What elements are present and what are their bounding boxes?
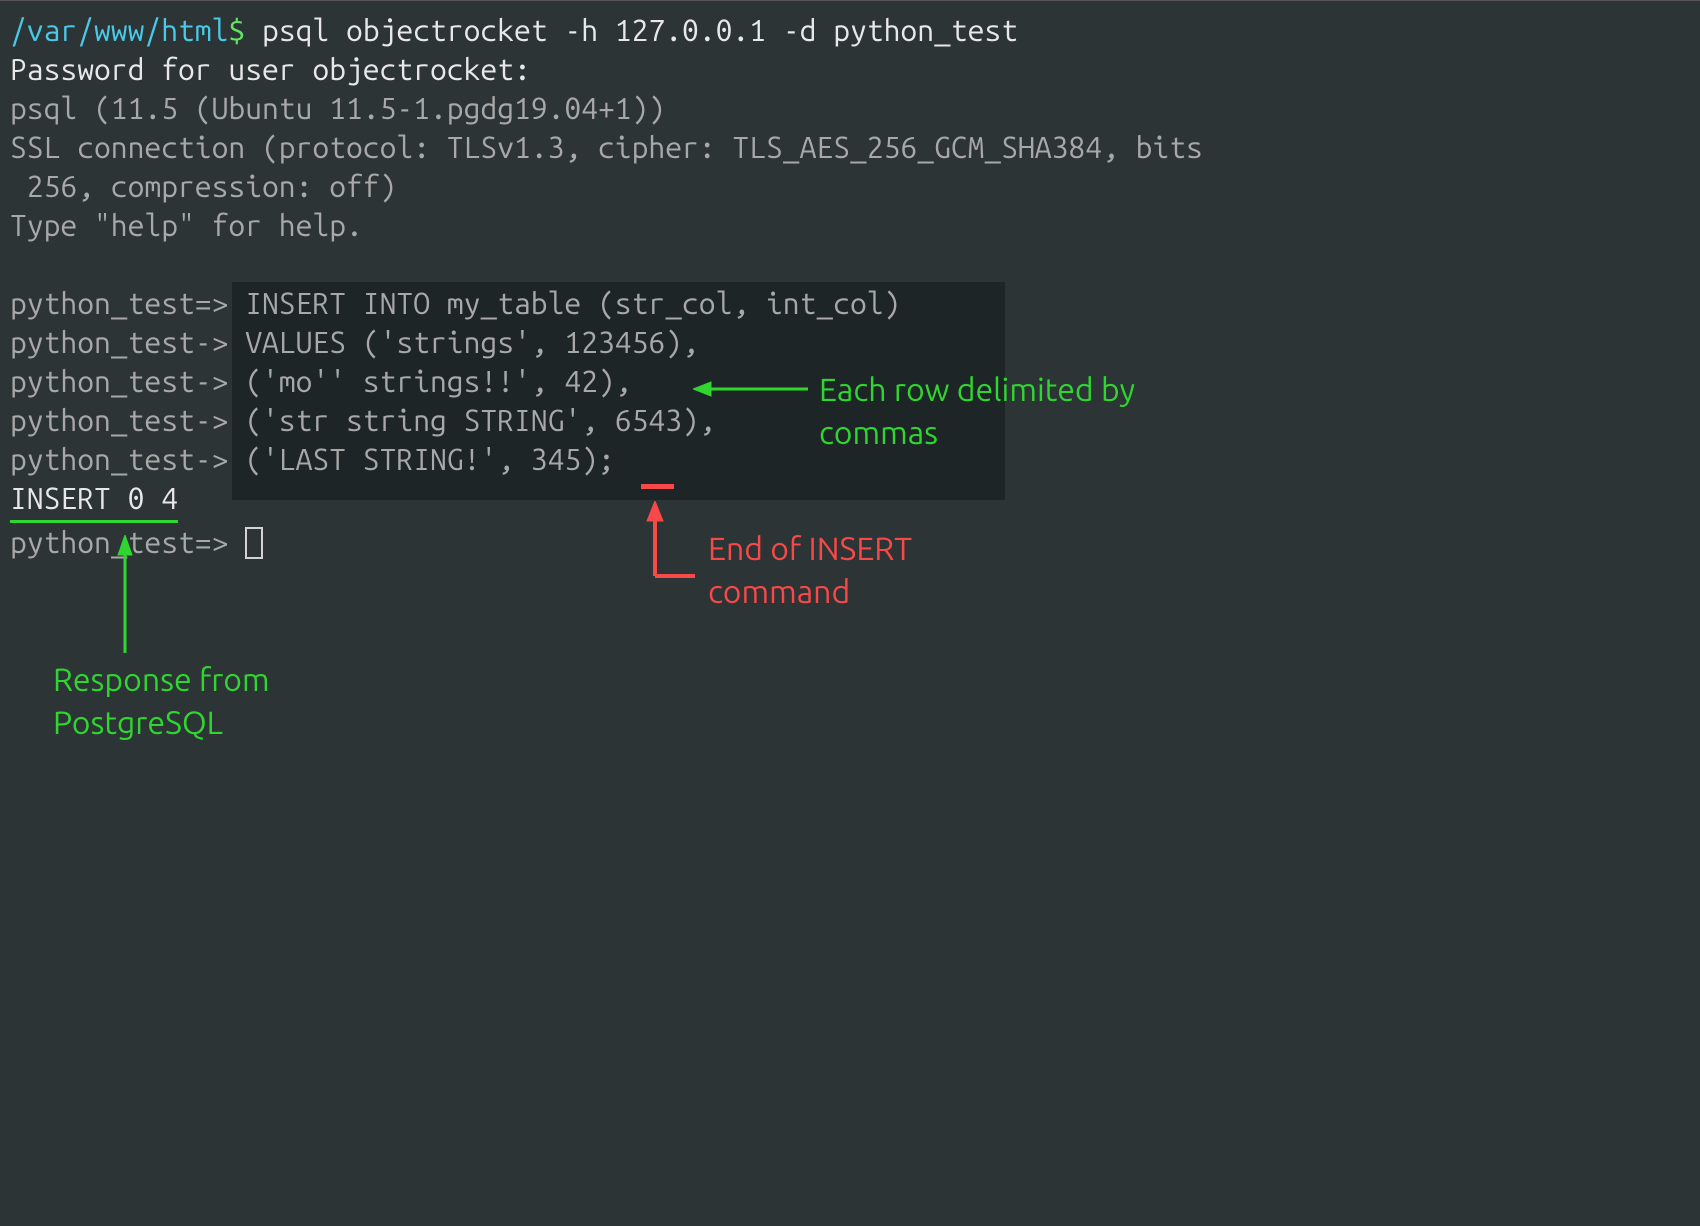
psql-prompt-cont: python_test-> (10, 325, 228, 359)
psql-prompt-cont: python_test-> (10, 403, 228, 437)
sql-values-4: ('LAST STRING!', 345); (228, 442, 614, 476)
red-underline (641, 484, 674, 489)
arrow-left-icon (693, 379, 808, 399)
prompt-dollar: $ (228, 13, 245, 47)
psql-prompt-cont: python_test-> (10, 442, 228, 476)
command-line: /var/www/html$ psql objectrocket -h 127.… (10, 11, 1690, 50)
sql-values-2: ('mo'' strings!!', 42), (228, 364, 631, 398)
psql-prompt-cont: python_test-> (10, 364, 228, 398)
annotation-response: Response from PostgreSQL (53, 659, 313, 745)
ssl-info-2: 256, compression: off) (10, 167, 1690, 206)
psql-prompt-main: python_test=> (10, 286, 228, 320)
arrow-up-icon (640, 501, 700, 581)
cursor[interactable] (245, 527, 263, 559)
annotation-end-insert: End of INSERT command (708, 528, 1048, 614)
help-line: Type "help" for help. (10, 206, 1690, 245)
psql-version: psql (11.5 (Ubuntu 11.5-1.pgdg19.04+1)) (10, 89, 1690, 128)
psql-command: psql objectrocket -h 127.0.0.1 -d python… (245, 13, 1018, 47)
insert-response-line: INSERT 0 4 (10, 479, 1690, 523)
annotation-commas: Each row delimited by commas (819, 369, 1219, 455)
insert-response: INSERT 0 4 (10, 479, 178, 523)
sql-values-3: ('str string STRING', 6543), (228, 403, 715, 437)
ssl-info-1: SSL connection (protocol: TLSv1.3, ciphe… (10, 128, 1690, 167)
password-prompt: Password for user objectrocket: (10, 50, 1690, 89)
prompt-path: /var/www/html (10, 13, 228, 47)
sql-line-1: python_test=> INSERT INTO my_table (str_… (10, 284, 1690, 323)
arrow-up-icon (115, 535, 135, 653)
sql-insert-stmt: INSERT INTO my_table (str_col, int_col) (228, 286, 900, 320)
sql-line-2: python_test-> VALUES ('strings', 123456)… (10, 323, 1690, 362)
sql-values-1: VALUES ('strings', 123456), (228, 325, 698, 359)
